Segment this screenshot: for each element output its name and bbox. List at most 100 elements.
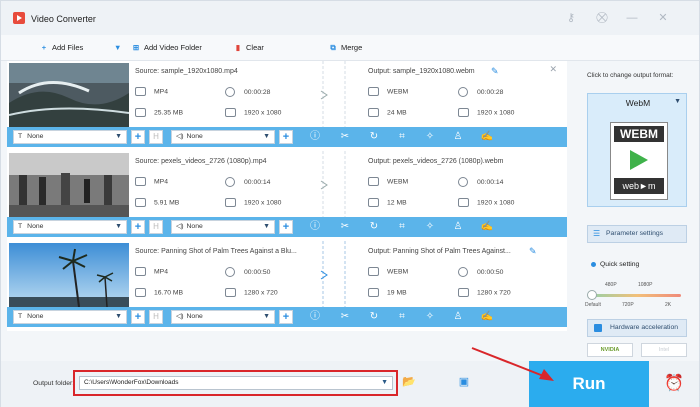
edit-subtitle-icon[interactable]: ✍ <box>479 310 495 324</box>
subtitle-value: None <box>27 133 44 140</box>
add-subtitle-button[interactable]: + <box>131 130 145 144</box>
alarm-clock-icon[interactable]: ⏰ <box>663 373 685 395</box>
output-title: Output: Panning Shot of Palm Trees Again… <box>368 248 511 255</box>
add-audio-button[interactable]: + <box>279 220 293 234</box>
chevron-down-icon: ▼ <box>263 133 270 140</box>
audio-track-dropdown[interactable]: ◁) None ▼ <box>171 220 275 234</box>
remove-item-icon[interactable]: ✕ <box>549 64 557 75</box>
add-subtitle-button[interactable]: + <box>131 220 145 234</box>
browse-folder-icon[interactable]: 📂 <box>401 375 417 389</box>
subtitle-dropdown[interactable]: T None ▼ <box>13 220 127 234</box>
subtitle-dropdown[interactable]: T None ▼ <box>13 310 127 324</box>
app-logo-icon <box>13 12 25 24</box>
resolution-icon <box>225 288 236 297</box>
run-button[interactable]: Run <box>529 361 649 407</box>
info-icon[interactable]: ⓘ <box>307 220 323 234</box>
output-duration: 00:00:28 <box>458 87 503 97</box>
video-thumbnail[interactable] <box>9 153 129 217</box>
output-format-name: WebM <box>625 98 651 108</box>
subtitle-extra-button[interactable]: H <box>149 310 163 324</box>
crop-icon[interactable]: ⌗ <box>394 310 410 324</box>
close-button[interactable]: ✕ <box>656 11 670 25</box>
output-format-selector[interactable]: WebM ▼ WEBM web►m <box>587 93 687 207</box>
video-thumbnail[interactable] <box>9 63 129 127</box>
source-duration: 00:00:28 <box>225 87 270 97</box>
edit-output-icon[interactable]: ✎ <box>491 66 499 77</box>
duration-value: 00:00:50 <box>244 268 271 276</box>
watermark-icon[interactable]: ♙ <box>450 220 466 234</box>
format-value: MP4 <box>154 178 168 186</box>
effects-wand-icon[interactable]: ✧ <box>422 220 438 234</box>
subtitle-extra-button[interactable]: H <box>149 130 163 144</box>
trash-icon: ▮ <box>235 43 241 52</box>
output-resolution: 1280 x 720 <box>458 288 511 297</box>
open-folder-icon[interactable]: ▣ <box>456 375 472 389</box>
edit-subtitle-icon[interactable]: ✍ <box>479 220 495 234</box>
info-icon[interactable]: ⓘ <box>307 130 323 144</box>
source-title: Source: pexels_videos_2726 (1080p).mp4 <box>135 158 267 165</box>
resolution-icon <box>458 198 469 207</box>
format-value: WEBM <box>387 178 409 186</box>
watermark-icon[interactable]: ♙ <box>450 310 466 324</box>
minimize-button[interactable]: — <box>625 11 639 25</box>
chevron-down-icon: ▼ <box>115 223 122 230</box>
subtitle-icon: T <box>18 133 23 140</box>
effects-wand-icon[interactable]: ✧ <box>422 310 438 324</box>
crop-icon[interactable]: ⌗ <box>394 220 410 234</box>
rotate-icon[interactable]: ↻ <box>366 310 382 324</box>
audio-track-dropdown[interactable]: ◁) None ▼ <box>171 310 275 324</box>
webm-logo: WEBM web►m <box>610 122 668 200</box>
parameter-settings-button[interactable]: ☰ Parameter settings <box>587 225 687 243</box>
tick-label: 720P <box>622 302 634 308</box>
edit-subtitle-icon[interactable]: ✍ <box>479 130 495 144</box>
add-subtitle-button[interactable]: + <box>131 310 145 324</box>
tick-label: 1080P <box>638 282 653 288</box>
info-icon[interactable]: ⓘ <box>307 310 323 324</box>
scissors-icon[interactable]: ✂ <box>337 310 353 324</box>
size-value: 24 MB <box>387 109 407 117</box>
add-files-dropdown-icon[interactable]: ▼ <box>114 41 121 55</box>
source-format: MP4 <box>135 177 168 186</box>
source-format: MP4 <box>135 267 168 276</box>
tick-label: Default <box>585 302 601 308</box>
quality-slider-track[interactable] <box>593 294 681 297</box>
clear-button[interactable]: ▮ Clear <box>233 41 264 55</box>
scissors-icon[interactable]: ✂ <box>337 130 353 144</box>
nvidia-toggle[interactable]: NVIDIA <box>587 343 633 357</box>
quality-slider-knob[interactable] <box>587 290 597 300</box>
item-control-bar: T None ▼ + H ◁) None ▼ + ⓘ ✂ ↻ ⌗ ✧ ♙ ✍ <box>7 127 567 147</box>
key-icon[interactable]: ⚷ <box>564 11 578 25</box>
add-video-folder-button[interactable]: ⊞ Add Video Folder <box>131 41 202 55</box>
duration-value: 00:00:28 <box>477 88 504 96</box>
add-files-button[interactable]: + Add Files <box>39 41 83 55</box>
subtitle-extra-button[interactable]: H <box>149 220 163 234</box>
effects-wand-icon[interactable]: ✧ <box>422 130 438 144</box>
edit-output-icon[interactable]: ✎ <box>529 246 537 257</box>
file-item: Source: Panning Shot of Palm Trees Again… <box>7 241 567 331</box>
add-audio-button[interactable]: + <box>279 310 293 324</box>
audio-track-dropdown[interactable]: ◁) None ▼ <box>171 130 275 144</box>
cart-icon[interactable]: ⛒ <box>595 11 609 25</box>
watermark-icon[interactable]: ♙ <box>450 130 466 144</box>
app-title: Video Converter <box>31 14 96 24</box>
speaker-icon: ◁) <box>176 223 184 230</box>
rotate-icon[interactable]: ↻ <box>366 130 382 144</box>
file-size-icon <box>368 288 379 297</box>
merge-button[interactable]: ⧉ Merge <box>328 41 362 55</box>
format-icon <box>368 267 379 276</box>
video-thumbnail[interactable] <box>9 243 129 307</box>
intel-toggle[interactable]: Intel <box>641 343 687 357</box>
crop-icon[interactable]: ⌗ <box>394 130 410 144</box>
convert-arrow-icon <box>320 151 346 217</box>
hardware-acceleration-button[interactable]: Hardware acceleration <box>587 319 687 337</box>
add-audio-button[interactable]: + <box>279 130 293 144</box>
chevron-down-icon: ▼ <box>263 223 270 230</box>
subtitle-dropdown[interactable]: T None ▼ <box>13 130 127 144</box>
rotate-icon[interactable]: ↻ <box>366 220 382 234</box>
format-icon <box>135 87 146 96</box>
size-value: 19 MB <box>387 289 407 297</box>
scissors-icon[interactable]: ✂ <box>337 220 353 234</box>
duration-value: 00:00:50 <box>477 268 504 276</box>
source-title: Source: sample_1920x1080.mp4 <box>135 68 238 75</box>
tick-label: 480P <box>605 282 617 288</box>
